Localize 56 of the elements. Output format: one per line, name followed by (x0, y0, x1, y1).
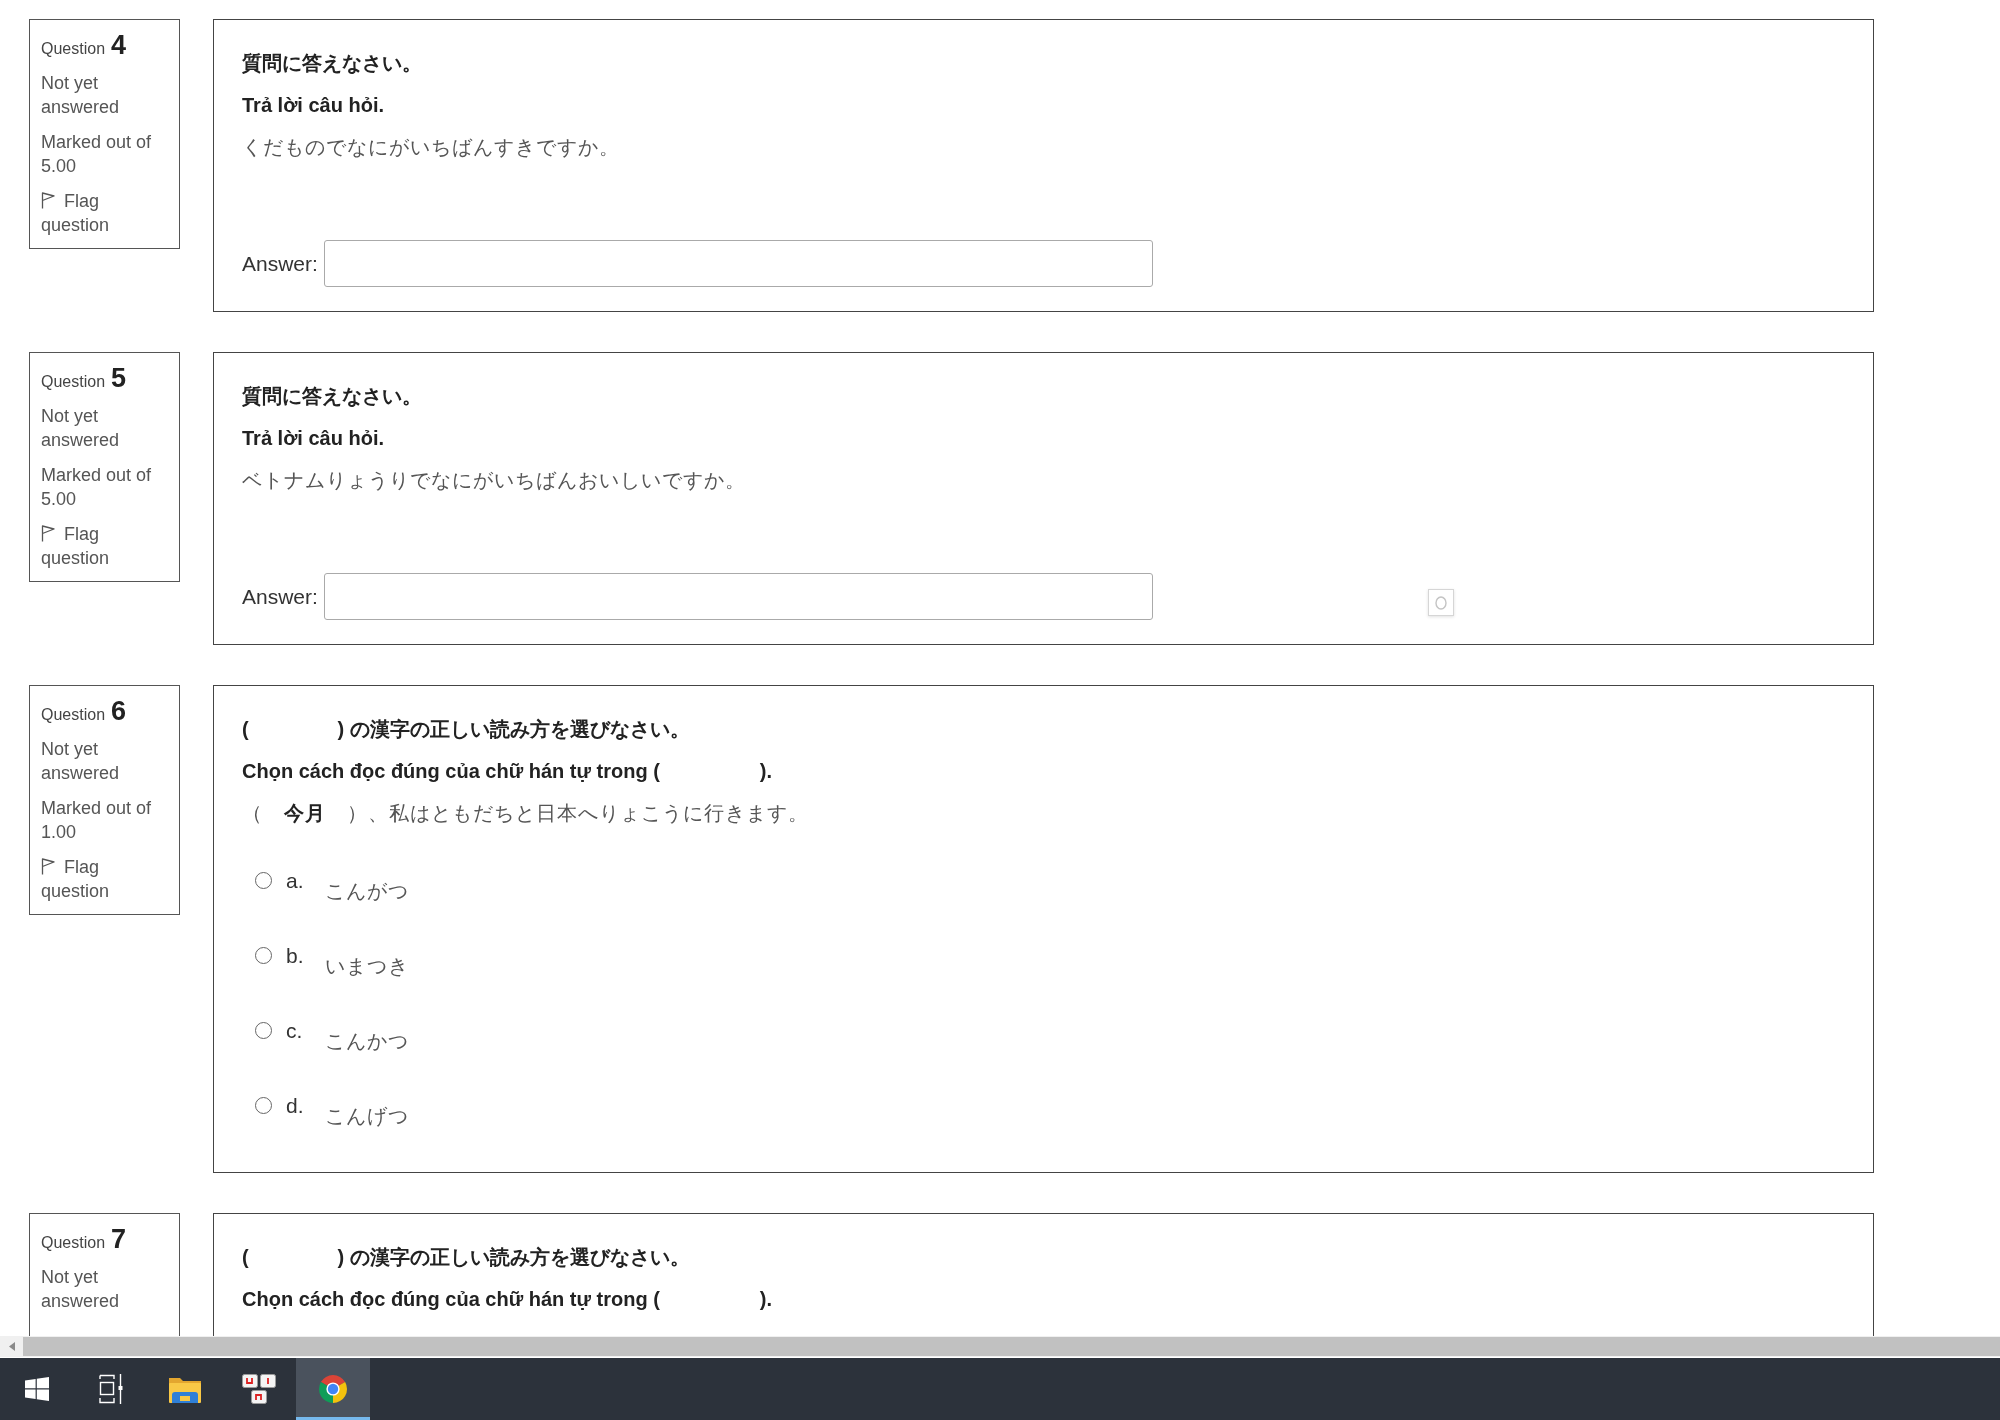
option-text: こんかつ (325, 1029, 409, 1054)
question-number: 6 (111, 696, 127, 726)
option-letter: c. (286, 1018, 304, 1044)
radio-button[interactable] (255, 1097, 272, 1114)
question-text: （ 今月 ）、私はともだちと日本へりょこうに行きます。 (242, 801, 810, 826)
ring-tile-icon[interactable] (1428, 589, 1454, 616)
instruction-text: Trả lời câu hỏi. (242, 426, 386, 451)
folder-icon (169, 1375, 201, 1403)
four-squares-icon (25, 1377, 49, 1401)
answer-label: Answer: (242, 584, 318, 609)
radio-button[interactable] (255, 872, 272, 889)
question-text: ベトナムりょうりでなにがいちばんおいしいですか。 (242, 468, 747, 493)
instruction-text: Chọn cách đọc đúng của chữ hán tự trong ( ). (242, 759, 774, 784)
instruction-text: Chọn cách đọc đúng của chữ hán tự trong ( ). (242, 1287, 774, 1312)
radio-button[interactable] (255, 1022, 272, 1039)
flag-icon (41, 525, 55, 542)
instruction-text: 質問に答えなさい。 (242, 384, 423, 409)
flag-question-link[interactable]: Flag question (41, 522, 168, 570)
option-text: こんげつ (325, 1104, 409, 1129)
flag-question-link[interactable]: Flag question (41, 855, 168, 903)
question-number: 7 (111, 1224, 127, 1254)
question-label: Question (41, 39, 106, 59)
question-text: くだものでなにがいちばんすきですか。 (242, 135, 621, 160)
answer-label: Answer: (242, 251, 318, 276)
answer-status: Not yet answered (41, 738, 121, 785)
instruction-text: ( ) の漢字の正しい読み方を選びなさい。 (242, 1245, 691, 1270)
flag-question-link[interactable]: Flag question (41, 189, 168, 237)
task-view-icon (99, 1374, 123, 1404)
question-label: Question (41, 705, 106, 725)
answer-input-field[interactable] (323, 573, 1153, 620)
option-text: いまつき (325, 954, 409, 979)
instruction-text: 質問に答えなさい。 (242, 51, 423, 76)
question-label: Question (41, 1233, 106, 1253)
left-triangle-icon (8, 1342, 15, 1351)
flag-icon (41, 858, 55, 875)
marks-text: Marked out of 5.00 (41, 131, 153, 178)
answer-status: Not yet answered (41, 1266, 121, 1313)
question-number: 5 (111, 363, 127, 393)
marks-text: Marked out of 1.00 (41, 797, 153, 844)
answer-status: Not yet answered (41, 405, 121, 452)
flag-icon (41, 192, 55, 209)
scrollbar-thumb[interactable] (23, 1337, 2000, 1356)
question-number: 4 (111, 30, 127, 60)
marks-text: Marked out of 5.00 (41, 464, 153, 511)
instruction-text: Trả lời câu hỏi. (242, 93, 386, 118)
keyboard-keys-icon (242, 1374, 276, 1404)
instruction-text: ( ) の漢字の正しい読み方を選びなさい。 (242, 717, 691, 742)
option-letter: d. (286, 1093, 305, 1119)
answer-status: Not yet answered (41, 72, 121, 119)
radio-button[interactable] (255, 947, 272, 964)
option-letter: b. (286, 943, 305, 969)
tricolor-circle-icon (318, 1374, 348, 1404)
answer-input-field[interactable] (323, 240, 1153, 287)
option-letter: a. (286, 868, 305, 894)
option-text: こんがつ (325, 879, 409, 904)
question-label: Question (41, 372, 106, 392)
